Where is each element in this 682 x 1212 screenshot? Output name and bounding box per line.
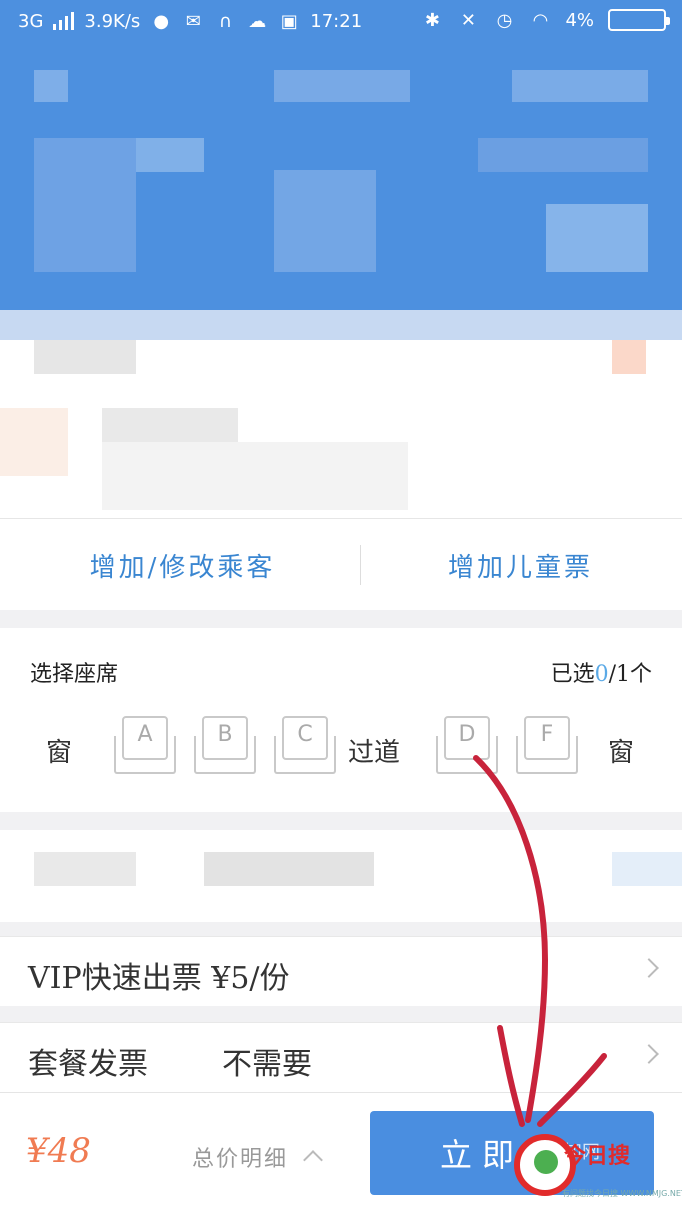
bluetooth-icon: ✱ [424,9,440,31]
battery-icon [608,9,670,31]
chevron-right-icon [639,958,659,978]
window-label-left: 窗 [46,738,73,768]
blurred-block [274,170,376,272]
edit-passenger-button[interactable]: 增加/修改乘客 [12,519,353,611]
contact-info-card [0,830,682,922]
wechat-icon: ✉ [185,10,201,32]
seat-letter: B [217,722,233,747]
vip-option-row[interactable]: VIP快速出票 ¥5/份 [0,936,682,1006]
status-bar: 3G 3.9K/s ● ✉ ∩ ☁ ▣ 17:21 ✱ ✕ ◷ ◠ 4% [0,0,682,44]
chevron-up-icon[interactable] [303,1150,323,1170]
selected-suffix: /1个 [608,662,652,687]
aisle-label: 过道 [348,738,401,768]
seat-selection: 选择座席 已选0/1个 窗 A B C 过道 D F 窗 [0,628,682,812]
watermark-subtitle: 有问题找今日搜 WWW.NMJG.NET [562,1189,682,1198]
blurred-block [546,204,648,272]
blurred-block [612,340,646,374]
passenger-actions: 增加/修改乘客 增加儿童票 [0,518,682,610]
window-label-right: 窗 [608,738,635,768]
watermark-name: 今日搜 [564,1144,631,1169]
invoice-option-value: 不需要 [222,1047,312,1082]
battery-percent: 4% [565,9,594,31]
vip-option-label: VIP快速出票 ¥5/份 [28,961,290,996]
headset-icon: ∩ [218,10,232,32]
blurred-block [34,340,136,374]
blurred-block [102,442,408,510]
blurred-block [102,408,238,442]
total-price: ¥48 [26,1131,91,1171]
seat-c[interactable]: C [274,716,336,774]
watermark: 酷知网 今日搜 有问题找今日搜 WWW.NMJG.NET [506,1104,682,1212]
invoice-option-row[interactable]: 套餐发票 不需要 [0,1022,682,1092]
invoice-option-label: 套餐发票 [28,1047,148,1082]
seat-d[interactable]: D [436,716,498,774]
header-bottom-strip [0,310,682,340]
add-child-ticket-button[interactable]: 增加儿童票 [350,519,682,611]
selected-number: 0 [594,662,609,687]
seat-selection-title: 选择座席 [30,662,119,687]
network-type: 3G [18,10,44,32]
seat-letter: D [458,722,476,747]
alarm-icon: ◷ [496,9,513,31]
blurred-block [478,138,648,172]
blurred-block [512,70,648,102]
selected-prefix: 已选 [550,662,595,687]
blurred-block [136,138,204,172]
weather-icon: ☁ [248,10,267,32]
blurred-block [34,70,68,102]
blurred-block [274,70,410,102]
trip-info-card [0,340,682,518]
seat-letter: C [297,722,313,747]
seat-letter: A [137,722,153,747]
seat-f[interactable]: F [516,716,578,774]
chevron-right-icon [639,1044,659,1064]
blurred-block [34,852,136,886]
wifi-icon: ◠ [532,9,549,31]
seat-selected-count: 已选0/1个 [551,656,652,688]
header-banner: 3G 3.9K/s ● ✉ ∩ ☁ ▣ 17:21 ✱ ✕ ◷ ◠ 4% [0,0,682,340]
seat-b[interactable]: B [194,716,256,774]
seat-a[interactable]: A [114,716,176,774]
blurred-block [612,852,682,886]
seat-row: 窗 A B C 过道 D F 窗 [0,716,682,788]
price-detail-button[interactable]: 总价明细 [192,1141,288,1173]
blurred-block [0,408,68,476]
network-speed: 3.9K/s [84,10,141,32]
blurred-block [204,852,374,886]
app-icon: ● [153,10,170,32]
mute-icon: ✕ [460,9,476,31]
blurred-block [34,138,136,272]
signal-icon [53,12,75,30]
image-icon: ▣ [280,10,298,32]
clock-time: 17:21 [310,10,363,32]
seat-letter: F [540,722,554,747]
